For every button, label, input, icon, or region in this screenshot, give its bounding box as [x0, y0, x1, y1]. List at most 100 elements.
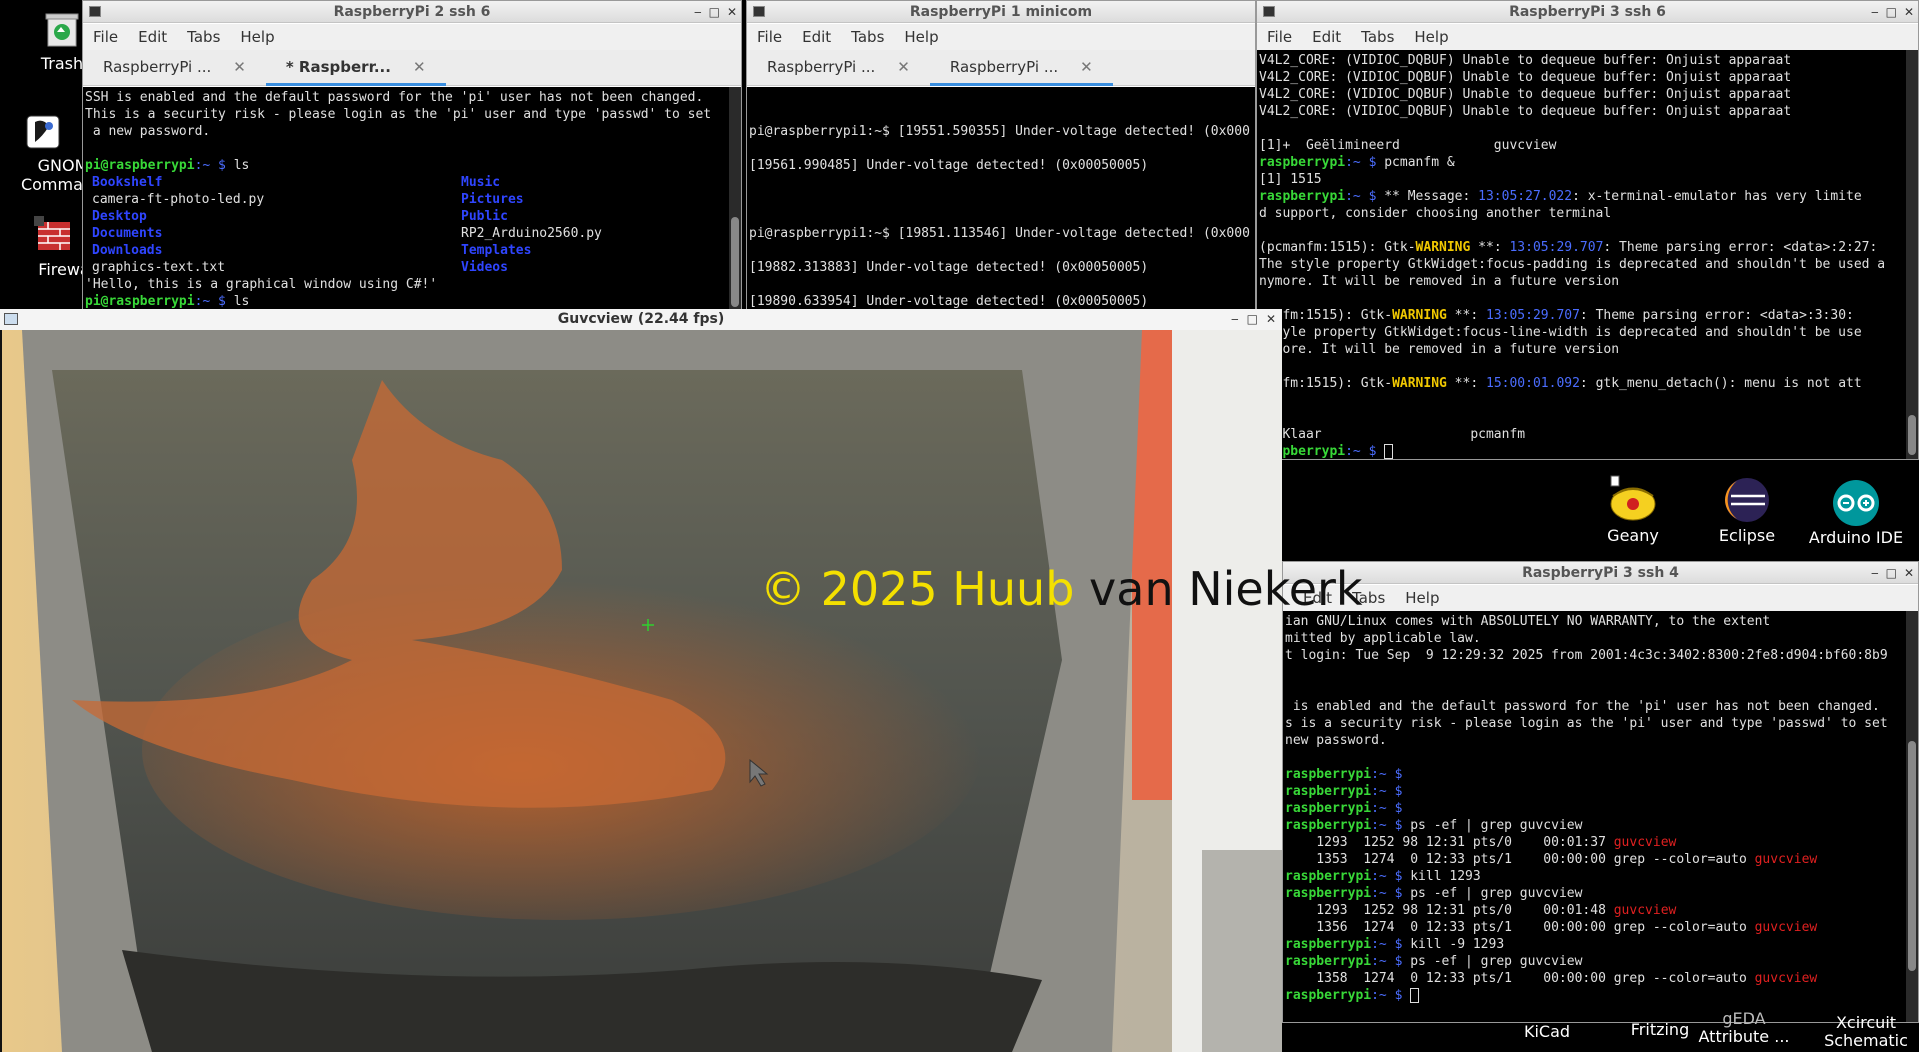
trash-desktop-icon[interactable]: Trash: [38, 10, 86, 73]
term-line: a new password.: [85, 124, 211, 139]
warning-label: WARNING: [1392, 376, 1447, 391]
minimize-button[interactable]: ‒: [694, 1, 702, 23]
eclipse-launcher[interactable]: Eclipse: [1714, 474, 1780, 545]
term-text: : Theme parsing error: <data>:2:27:: [1603, 240, 1878, 255]
command: ps -ef | grep guvcview: [1410, 886, 1583, 901]
kicad-launcher[interactable]: KiCad: [1522, 1022, 1572, 1041]
minimize-button[interactable]: ‒: [1871, 1, 1879, 23]
ssh6-pi3-window[interactable]: RaspberryPi 3 ssh 6 ‒ □ ✕ File Edit Tabs H…: [1256, 0, 1919, 460]
geany-launcher[interactable]: Geany: [1600, 474, 1666, 545]
menu-help[interactable]: Help: [1404, 28, 1458, 46]
term-line: s is a security risk - please login as t…: [1285, 716, 1888, 731]
command: kill 1293: [1410, 869, 1481, 884]
minimize-button[interactable]: ‒: [1871, 562, 1879, 584]
term-text: ** Message:: [1384, 189, 1479, 204]
close-button[interactable]: ✕: [727, 1, 737, 23]
term-text: 1358 1274 0 12:33 pts/1 00:00:00 grep --…: [1285, 971, 1755, 986]
scrollbar[interactable]: [1906, 611, 1918, 1022]
ls-entry: Documents: [92, 226, 163, 241]
tab-2[interactable]: RaspberryPi ... ✕: [929, 50, 1113, 86]
prompt-user: raspberrypi: [1285, 988, 1372, 1003]
menu-edit[interactable]: Edit: [128, 28, 177, 46]
term-line: pi@raspberrypi1:~$ [19851.113546] Under-…: [749, 226, 1250, 241]
grep-match: guvcview: [1613, 903, 1677, 918]
menu-file[interactable]: File: [83, 28, 128, 46]
terminal-output[interactable]: V4L2_CORE: (VIDIOC_DQBUF) Unable to dequ…: [1257, 50, 1918, 459]
term-text: 1356 1274 0 12:33 pts/1 00:00:00 grep --…: [1285, 920, 1755, 935]
ls-entry: Videos: [461, 260, 508, 275]
ls-entry: Templates: [461, 243, 532, 258]
scrollbar[interactable]: [1906, 50, 1918, 459]
guvcview-titlebar[interactable]: Guvcview (22.44 fps) ‒ □ ✕: [0, 309, 1282, 330]
term-text: 1293 1252 98 12:31 pts/0 00:01:37: [1285, 835, 1614, 850]
terminal-output[interactable]: pi@raspberrypi1:~$ [19551.590355] Under-…: [747, 87, 1255, 309]
ls-entry: RP2_Arduino2560.py: [461, 226, 602, 241]
terminal-output[interactable]: SSH is enabled and the default password …: [83, 87, 741, 309]
tab-label: * Raspberr...: [285, 58, 391, 76]
tabbar: RaspberryPi ... ✕ * Raspberr... ✕: [83, 50, 741, 86]
maximize-button[interactable]: □: [1886, 1, 1897, 23]
prompt-path: :~ $: [1371, 869, 1411, 884]
desktop: Trash GNOM Comman Firewa RaspberryPi 2 s…: [0, 0, 1919, 1052]
menu-file[interactable]: File: [747, 28, 792, 46]
menu-help[interactable]: Help: [230, 28, 284, 46]
ssh4-pi3-window[interactable]: RaspberryPi 3 ssh 4 ‒ □ ✕ Edit Tabs Help i…: [1282, 561, 1919, 1023]
terminal-app-icon: [89, 6, 101, 17]
prompt-path: :~ $: [1371, 988, 1411, 1003]
maximize-button[interactable]: □: [709, 1, 720, 23]
minicom-pi1-window[interactable]: RaspberryPi 1 minicom File Edit Tabs Hel…: [746, 0, 1256, 310]
warning-label: WARNING: [1415, 240, 1471, 255]
term-line: [1]+ Geëlimineerd guvcview: [1259, 138, 1557, 153]
scrollbar[interactable]: [729, 87, 741, 309]
menu-tabs[interactable]: Tabs: [841, 28, 894, 46]
term-text: **:: [1470, 240, 1510, 255]
menu-tabs[interactable]: Tabs: [1351, 28, 1404, 46]
close-button[interactable]: ✕: [1266, 309, 1276, 330]
ssh6-pi2-titlebar[interactable]: RaspberryPi 2 ssh 6 ‒ □ ✕: [83, 1, 741, 23]
xcircuit-label: Xcircuit: [1835, 1013, 1897, 1032]
term-line: SSH is enabled and the default password …: [85, 90, 704, 105]
close-tab-icon[interactable]: ✕: [1080, 58, 1093, 76]
guvcview-window[interactable]: Guvcview (22.44 fps) ‒ □ ✕: [0, 309, 1282, 1052]
xcircuit-launcher[interactable]: Xcircuit Schematic: [1816, 1014, 1916, 1050]
tab-1[interactable]: RaspberryPi ... ✕: [747, 50, 930, 86]
gnome-commander-desktop-icon[interactable]: GNOM Comman: [8, 112, 93, 194]
tab-1[interactable]: RaspberryPi ... ✕: [83, 50, 266, 86]
close-tab-icon[interactable]: ✕: [413, 58, 426, 76]
command: ls: [233, 294, 250, 309]
menu-help[interactable]: Help: [1395, 589, 1449, 607]
menu-help[interactable]: Help: [894, 28, 948, 46]
menu-tabs[interactable]: Tabs: [177, 28, 230, 46]
ssh6-pi2-window[interactable]: RaspberryPi 2 ssh 6 ‒ □ ✕ File Edit Tabs H…: [82, 0, 742, 310]
maximize-button[interactable]: □: [1886, 562, 1897, 584]
menu-edit[interactable]: Edit: [792, 28, 841, 46]
ls-entry: Desktop: [92, 209, 147, 224]
close-button[interactable]: ✕: [1904, 1, 1914, 23]
ssh4-pi3-title: RaspberryPi 3 ssh 4: [1522, 565, 1679, 581]
prompt-user: raspberrypi: [1259, 155, 1346, 170]
geany-icon: [1610, 475, 1656, 521]
prompt-user: pi@raspberrypi: [85, 294, 195, 309]
term-line: is enabled and the default password for …: [1285, 699, 1880, 714]
close-button[interactable]: ✕: [1904, 562, 1914, 584]
arduino-ide-launcher[interactable]: Arduino IDE: [1806, 478, 1906, 547]
close-tab-icon[interactable]: ✕: [897, 58, 910, 76]
menu-file[interactable]: File: [1257, 28, 1302, 46]
menu-edit[interactable]: Edit: [1302, 28, 1351, 46]
fritzing-launcher[interactable]: Fritzing: [1630, 1020, 1690, 1039]
ls-entry: Downloads: [92, 243, 163, 258]
ssh6-pi3-titlebar[interactable]: RaspberryPi 3 ssh 6 ‒ □ ✕: [1257, 1, 1918, 23]
prompt-user: raspberrypi: [1285, 869, 1372, 884]
geda-attribute-launcher[interactable]: gEDA Attribute ...: [1696, 1010, 1792, 1046]
term-time: 13:05:27.022: [1478, 189, 1573, 204]
prompt-user: raspberrypi: [1285, 954, 1372, 969]
minimize-button[interactable]: ‒: [1231, 309, 1239, 330]
minicom-titlebar[interactable]: RaspberryPi 1 minicom: [747, 1, 1255, 23]
term-line: new password.: [1285, 733, 1387, 748]
close-tab-icon[interactable]: ✕: [233, 58, 246, 76]
firewall-desktop-icon[interactable]: Firewa: [24, 216, 90, 279]
ssh4-pi3-titlebar[interactable]: RaspberryPi 3 ssh 4 ‒ □ ✕: [1283, 562, 1918, 584]
tab-2[interactable]: * Raspberr... ✕: [265, 50, 446, 86]
maximize-button[interactable]: □: [1247, 309, 1258, 330]
terminal-output[interactable]: ian GNU/Linux comes with ABSOLUTELY NO W…: [1283, 611, 1918, 1022]
